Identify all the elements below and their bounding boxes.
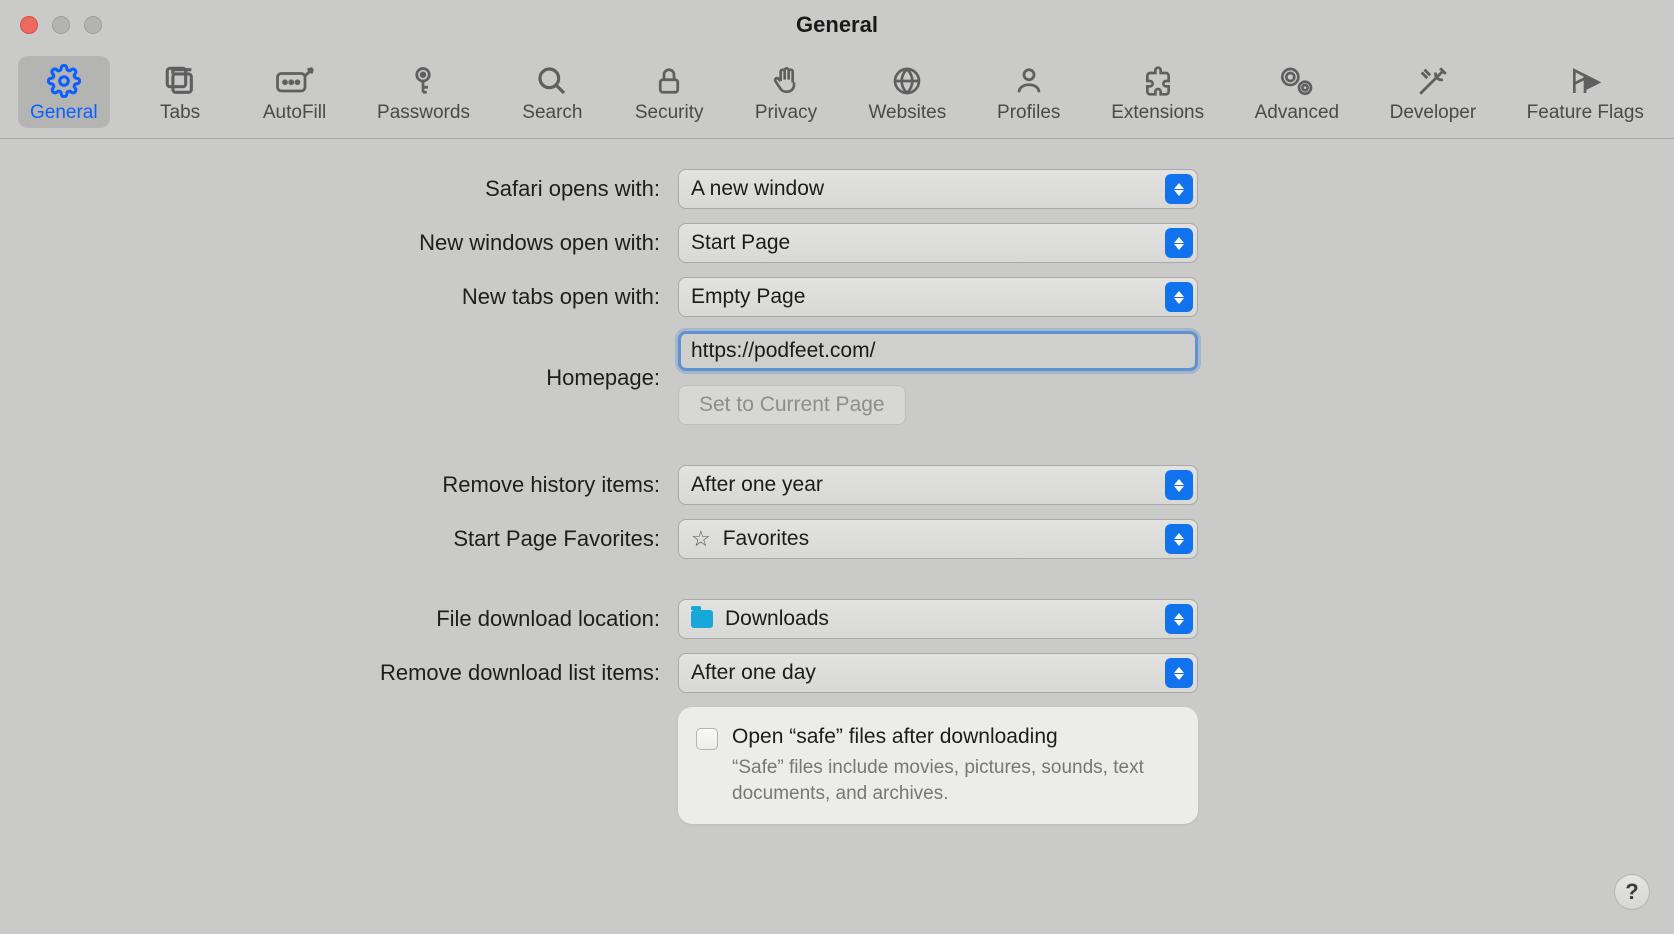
new-tabs-popup[interactable]: Empty Page bbox=[678, 277, 1198, 317]
download-location-label: File download location: bbox=[40, 606, 660, 632]
toolbar-label: Passwords bbox=[377, 102, 470, 124]
updown-icon bbox=[1165, 524, 1193, 554]
homepage-label: Homepage: bbox=[40, 365, 660, 391]
hand-icon bbox=[764, 62, 808, 100]
popup-value: Empty Page bbox=[691, 285, 1185, 309]
search-icon bbox=[530, 62, 574, 100]
toolbar-label: Advanced bbox=[1255, 102, 1340, 124]
homepage-field[interactable]: https://podfeet.com/ bbox=[678, 331, 1198, 371]
minimize-window-button[interactable] bbox=[52, 16, 70, 34]
tab-developer[interactable]: Developer bbox=[1378, 56, 1489, 128]
key-icon bbox=[401, 62, 445, 100]
toolbar-label: Websites bbox=[868, 102, 946, 124]
help-button[interactable]: ? bbox=[1614, 874, 1650, 910]
updown-icon bbox=[1165, 604, 1193, 634]
toolbar-label: Search bbox=[522, 102, 582, 124]
download-location-popup[interactable]: Downloads bbox=[678, 599, 1198, 639]
updown-icon bbox=[1165, 470, 1193, 500]
toolbar-label: AutoFill bbox=[263, 102, 326, 124]
remove-history-popup[interactable]: After one year bbox=[678, 465, 1198, 505]
safe-files-label: Open “safe” files after downloading bbox=[732, 725, 1162, 749]
updown-icon bbox=[1165, 658, 1193, 688]
remove-downloads-label: Remove download list items: bbox=[40, 660, 660, 686]
tab-passwords[interactable]: Passwords bbox=[365, 56, 482, 128]
opens-with-popup[interactable]: A new window bbox=[678, 169, 1198, 209]
favorites-label: Start Page Favorites: bbox=[40, 526, 660, 552]
tabs-icon bbox=[158, 62, 202, 100]
toolbar-label: Profiles bbox=[997, 102, 1060, 124]
window-title: General bbox=[796, 12, 878, 38]
tab-general[interactable]: General bbox=[18, 56, 110, 128]
toolbar-label: Extensions bbox=[1111, 102, 1204, 124]
tab-extensions[interactable]: Extensions bbox=[1099, 56, 1216, 128]
gears-icon bbox=[1275, 62, 1319, 100]
tab-search[interactable]: Search bbox=[508, 56, 596, 128]
tab-websites[interactable]: Websites bbox=[856, 56, 958, 128]
toolbar-label: Privacy bbox=[755, 102, 817, 124]
opens-with-label: Safari opens with: bbox=[40, 176, 660, 202]
homepage-value: https://podfeet.com/ bbox=[691, 339, 875, 363]
safe-files-callout: Open “safe” files after downloading “Saf… bbox=[678, 707, 1198, 824]
tab-advanced[interactable]: Advanced bbox=[1243, 56, 1352, 128]
person-icon bbox=[1007, 62, 1051, 100]
lock-icon bbox=[647, 62, 691, 100]
preferences-window: General General Tabs AutoFill Passwords bbox=[0, 0, 1674, 934]
autofill-icon bbox=[273, 62, 317, 100]
new-windows-label: New windows open with: bbox=[40, 230, 660, 256]
flags-icon bbox=[1563, 62, 1607, 100]
remove-downloads-popup[interactable]: After one day bbox=[678, 653, 1198, 693]
tab-tabs[interactable]: Tabs bbox=[136, 56, 224, 128]
folder-icon bbox=[691, 610, 713, 628]
toolbar-label: General bbox=[30, 102, 98, 124]
tab-autofill[interactable]: AutoFill bbox=[251, 56, 339, 128]
remove-history-label: Remove history items: bbox=[40, 472, 660, 498]
star-icon: ☆ bbox=[691, 526, 711, 552]
toolbar-label: Feature Flags bbox=[1527, 102, 1644, 124]
popup-value: Start Page bbox=[691, 231, 1185, 255]
popup-value: Downloads bbox=[725, 607, 1185, 631]
new-tabs-label: New tabs open with: bbox=[40, 284, 660, 310]
gear-icon bbox=[42, 62, 86, 100]
puzzle-icon bbox=[1136, 62, 1180, 100]
popup-value: After one day bbox=[691, 661, 1185, 685]
tab-profiles[interactable]: Profiles bbox=[985, 56, 1073, 128]
preferences-toolbar: General Tabs AutoFill Passwords Search bbox=[0, 50, 1674, 139]
updown-icon bbox=[1165, 282, 1193, 312]
popup-value: Favorites bbox=[723, 527, 1185, 551]
popup-value: After one year bbox=[691, 473, 1185, 497]
tab-feature-flags[interactable]: Feature Flags bbox=[1515, 56, 1656, 128]
safe-files-checkbox[interactable] bbox=[696, 728, 718, 750]
safe-files-hint: “Safe” files include movies, pictures, s… bbox=[732, 755, 1162, 806]
favorites-popup[interactable]: ☆ Favorites bbox=[678, 519, 1198, 559]
popup-value: A new window bbox=[691, 177, 1185, 201]
tab-privacy[interactable]: Privacy bbox=[742, 56, 830, 128]
tab-security[interactable]: Security bbox=[623, 56, 716, 128]
close-window-button[interactable] bbox=[20, 16, 38, 34]
updown-icon bbox=[1165, 174, 1193, 204]
zoom-window-button[interactable] bbox=[84, 16, 102, 34]
new-windows-popup[interactable]: Start Page bbox=[678, 223, 1198, 263]
set-current-page-button[interactable]: Set to Current Page bbox=[678, 385, 906, 425]
toolbar-label: Security bbox=[635, 102, 704, 124]
globe-icon bbox=[885, 62, 929, 100]
toolbar-label: Tabs bbox=[160, 102, 200, 124]
updown-icon bbox=[1165, 228, 1193, 258]
window-controls bbox=[20, 16, 102, 34]
tools-icon bbox=[1411, 62, 1455, 100]
general-pane: Safari opens with: A new window New wind… bbox=[0, 139, 1674, 868]
toolbar-label: Developer bbox=[1390, 102, 1477, 124]
titlebar: General bbox=[0, 0, 1674, 50]
